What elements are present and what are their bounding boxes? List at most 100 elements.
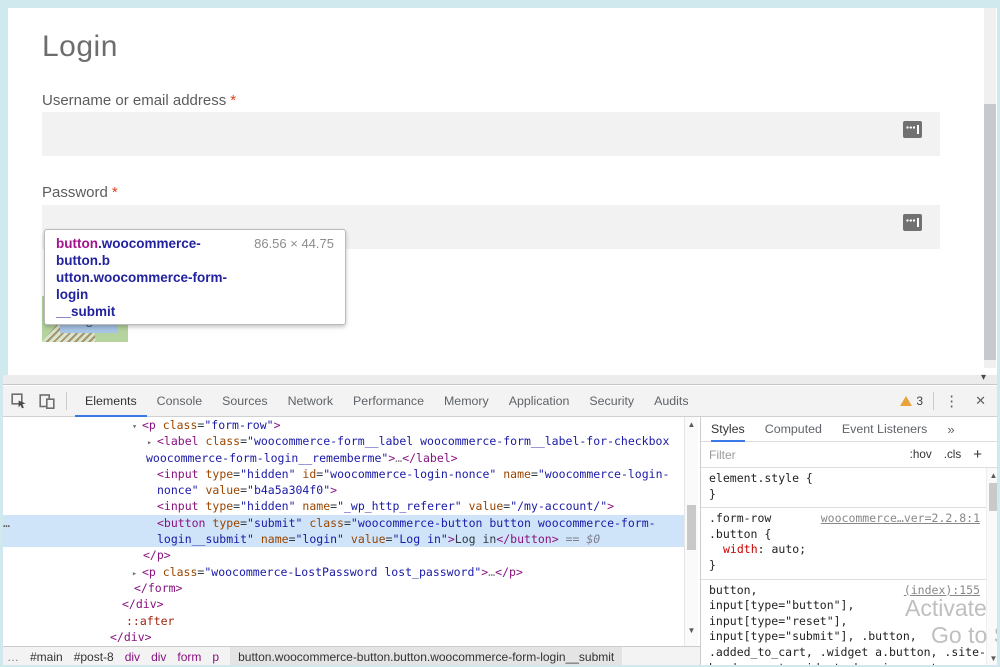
code-line[interactable]: </div> [0, 629, 684, 645]
tab-sources[interactable]: Sources [212, 386, 277, 417]
browser-page: Login Username or email address* Passwor… [0, 0, 1000, 375]
breadcrumb-item-form[interactable]: form [177, 650, 201, 664]
breadcrumb-item-p[interactable]: p [212, 650, 219, 664]
code-token: class [163, 565, 198, 579]
code-token: class [163, 418, 198, 432]
code-line[interactable]: button,(index):155 [705, 583, 982, 599]
tab-computed[interactable]: Computed [765, 417, 822, 442]
scroll-up-icon[interactable]: ▲ [685, 420, 698, 429]
breadcrumb-item-selected[interactable]: button.woocommerce-button.button.woocomm… [230, 647, 622, 667]
style-rule-form-row-button[interactable]: .form-rowwoocommerce…ver=2.2.8:1.button … [701, 508, 986, 579]
code-line[interactable]: woocommerce-form-login__rememberme">…</l… [0, 450, 684, 466]
tooltip-selector: button.woocommerce-button.b utton.woocom… [56, 235, 252, 320]
username-label: Username or email address* [42, 92, 236, 109]
code-token: input[type="button"], [709, 598, 854, 612]
username-input[interactable] [42, 112, 940, 156]
breadcrumb-overflow[interactable]: … [7, 650, 19, 664]
code-line[interactable]: element.style { [705, 471, 982, 487]
inspect-tooltip: button.woocommerce-button.b utton.woocom… [44, 229, 346, 325]
code-line[interactable]: input[type="reset"], [705, 614, 982, 630]
code-token: "/my-account/" [510, 499, 607, 513]
code-token: id [302, 467, 316, 481]
tab-elements[interactable]: Elements [75, 386, 147, 417]
code-token: <p [142, 565, 163, 579]
tab-console[interactable]: Console [147, 386, 212, 417]
code-line[interactable]: </p> [0, 547, 684, 563]
tab-memory[interactable]: Memory [434, 386, 499, 417]
code-line[interactable]: login__submit" name="login" value="Log i… [0, 531, 684, 547]
code-line[interactable]: ::after [0, 613, 684, 629]
code-line[interactable]: .added_to_cart, .widget a.button, .site- [705, 645, 982, 661]
code-token: type [205, 467, 233, 481]
toggle-class-button[interactable]: .cls [944, 448, 962, 461]
new-style-rule-button[interactable]: + [973, 446, 982, 463]
code-line[interactable]: ▸<p class="woocommerce-LostPassword lost… [0, 564, 684, 580]
inspect-element-icon[interactable] [10, 392, 28, 410]
required-asterisk: * [112, 184, 118, 201]
toggle-hover-button[interactable]: :hov [910, 448, 932, 461]
breadcrumb-item-post8[interactable]: #post-8 [74, 650, 114, 664]
elements-scrollbar[interactable]: ▲ ▼ [684, 417, 698, 646]
code-line[interactable]: input[type="submit"], .button, [705, 629, 982, 645]
page-scrollbar-thumb[interactable] [984, 104, 996, 360]
code-line[interactable]: <input type="hidden" id="woocommerce-log… [0, 466, 684, 482]
code-token: == $0 [559, 532, 601, 546]
code-line[interactable]: } [705, 487, 982, 503]
stylesheet-link[interactable]: woocommerce…ver=2.2.8:1 [821, 511, 980, 527]
code-token: name [302, 499, 330, 513]
more-tabs-icon[interactable]: » [947, 422, 954, 437]
styles-sidebar: Styles Computed Event Listeners » :hov .… [700, 417, 1000, 667]
breadcrumb-item-div[interactable]: div [151, 650, 166, 664]
code-line[interactable]: ▾<p class="form-row"> [0, 417, 684, 433]
code-token: "form-row" [204, 418, 273, 432]
warning-count[interactable]: 3 [916, 394, 923, 408]
tab-application[interactable]: Application [499, 386, 580, 417]
elements-scrollbar-thumb[interactable] [687, 505, 696, 550]
input-options-icon[interactable] [903, 121, 922, 138]
code-line[interactable]: } [705, 558, 982, 574]
code-line[interactable]: .form-rowwoocommerce…ver=2.2.8:1 [705, 511, 982, 527]
code-line[interactable]: …<button type="submit" class="woocommerc… [0, 515, 684, 531]
tab-performance[interactable]: Performance [343, 386, 434, 417]
code-line[interactable]: nonce" value="b4a5a304f0"> [0, 482, 684, 498]
input-options-icon[interactable] [903, 214, 922, 231]
styles-filter-input[interactable] [701, 447, 910, 463]
code-token: <p [142, 418, 163, 432]
code-token: type [212, 516, 240, 530]
tab-event-listeners[interactable]: Event Listeners [842, 417, 927, 442]
scroll-down-icon[interactable]: ▾ [981, 372, 986, 383]
code-token: : auto; [758, 542, 806, 556]
tab-audits[interactable]: Audits [644, 386, 698, 417]
code-line[interactable]: ▸<label class="woocommerce-form__label w… [0, 433, 684, 449]
code-token: "woocommerce-button button woocommerce-f… [351, 516, 656, 530]
style-rule-buttons[interactable]: button,(index):155input[type="button"], i… [701, 580, 986, 667]
elements-tree[interactable]: ▾<p class="form-row">▸<label class="wooc… [0, 417, 684, 646]
warning-icon[interactable] [900, 396, 912, 406]
code-line[interactable]: </div> [0, 596, 684, 612]
code-line[interactable]: </form> [0, 580, 684, 596]
code-token: value [205, 483, 240, 497]
code-line[interactable]: input[type="button"], [705, 598, 982, 614]
page-title: Login [42, 30, 118, 64]
breadcrumb-item-main[interactable]: #main [30, 650, 63, 664]
breadcrumb-item-div[interactable]: div [125, 650, 140, 664]
devtools-menu-icon[interactable]: ⋮ [944, 392, 959, 410]
scroll-down-icon[interactable]: ▼ [685, 626, 698, 635]
code-line[interactable]: .button { [705, 527, 982, 543]
code-line[interactable]: width: auto; [705, 542, 982, 558]
tab-styles[interactable]: Styles [711, 417, 745, 442]
code-token: </div> [110, 630, 152, 644]
style-rule-element[interactable]: element.style {} [701, 468, 986, 508]
device-toolbar-icon[interactable] [38, 392, 56, 410]
styles-tabs: Styles Computed Event Listeners » [701, 417, 1000, 442]
tab-network[interactable]: Network [278, 386, 343, 417]
tab-security[interactable]: Security [579, 386, 644, 417]
page-scrollbar[interactable] [984, 8, 996, 368]
scroll-strip: ▾ [0, 375, 1000, 385]
code-token: input[type="reset"], [709, 614, 847, 628]
code-line[interactable]: <input type="hidden" name="_wp_http_refe… [0, 498, 684, 514]
stylesheet-link[interactable]: (index):155 [904, 583, 980, 599]
code-token: <button [157, 516, 212, 530]
row-actions-icon[interactable]: … [3, 515, 10, 531]
close-devtools-icon[interactable]: ✕ [975, 393, 986, 409]
